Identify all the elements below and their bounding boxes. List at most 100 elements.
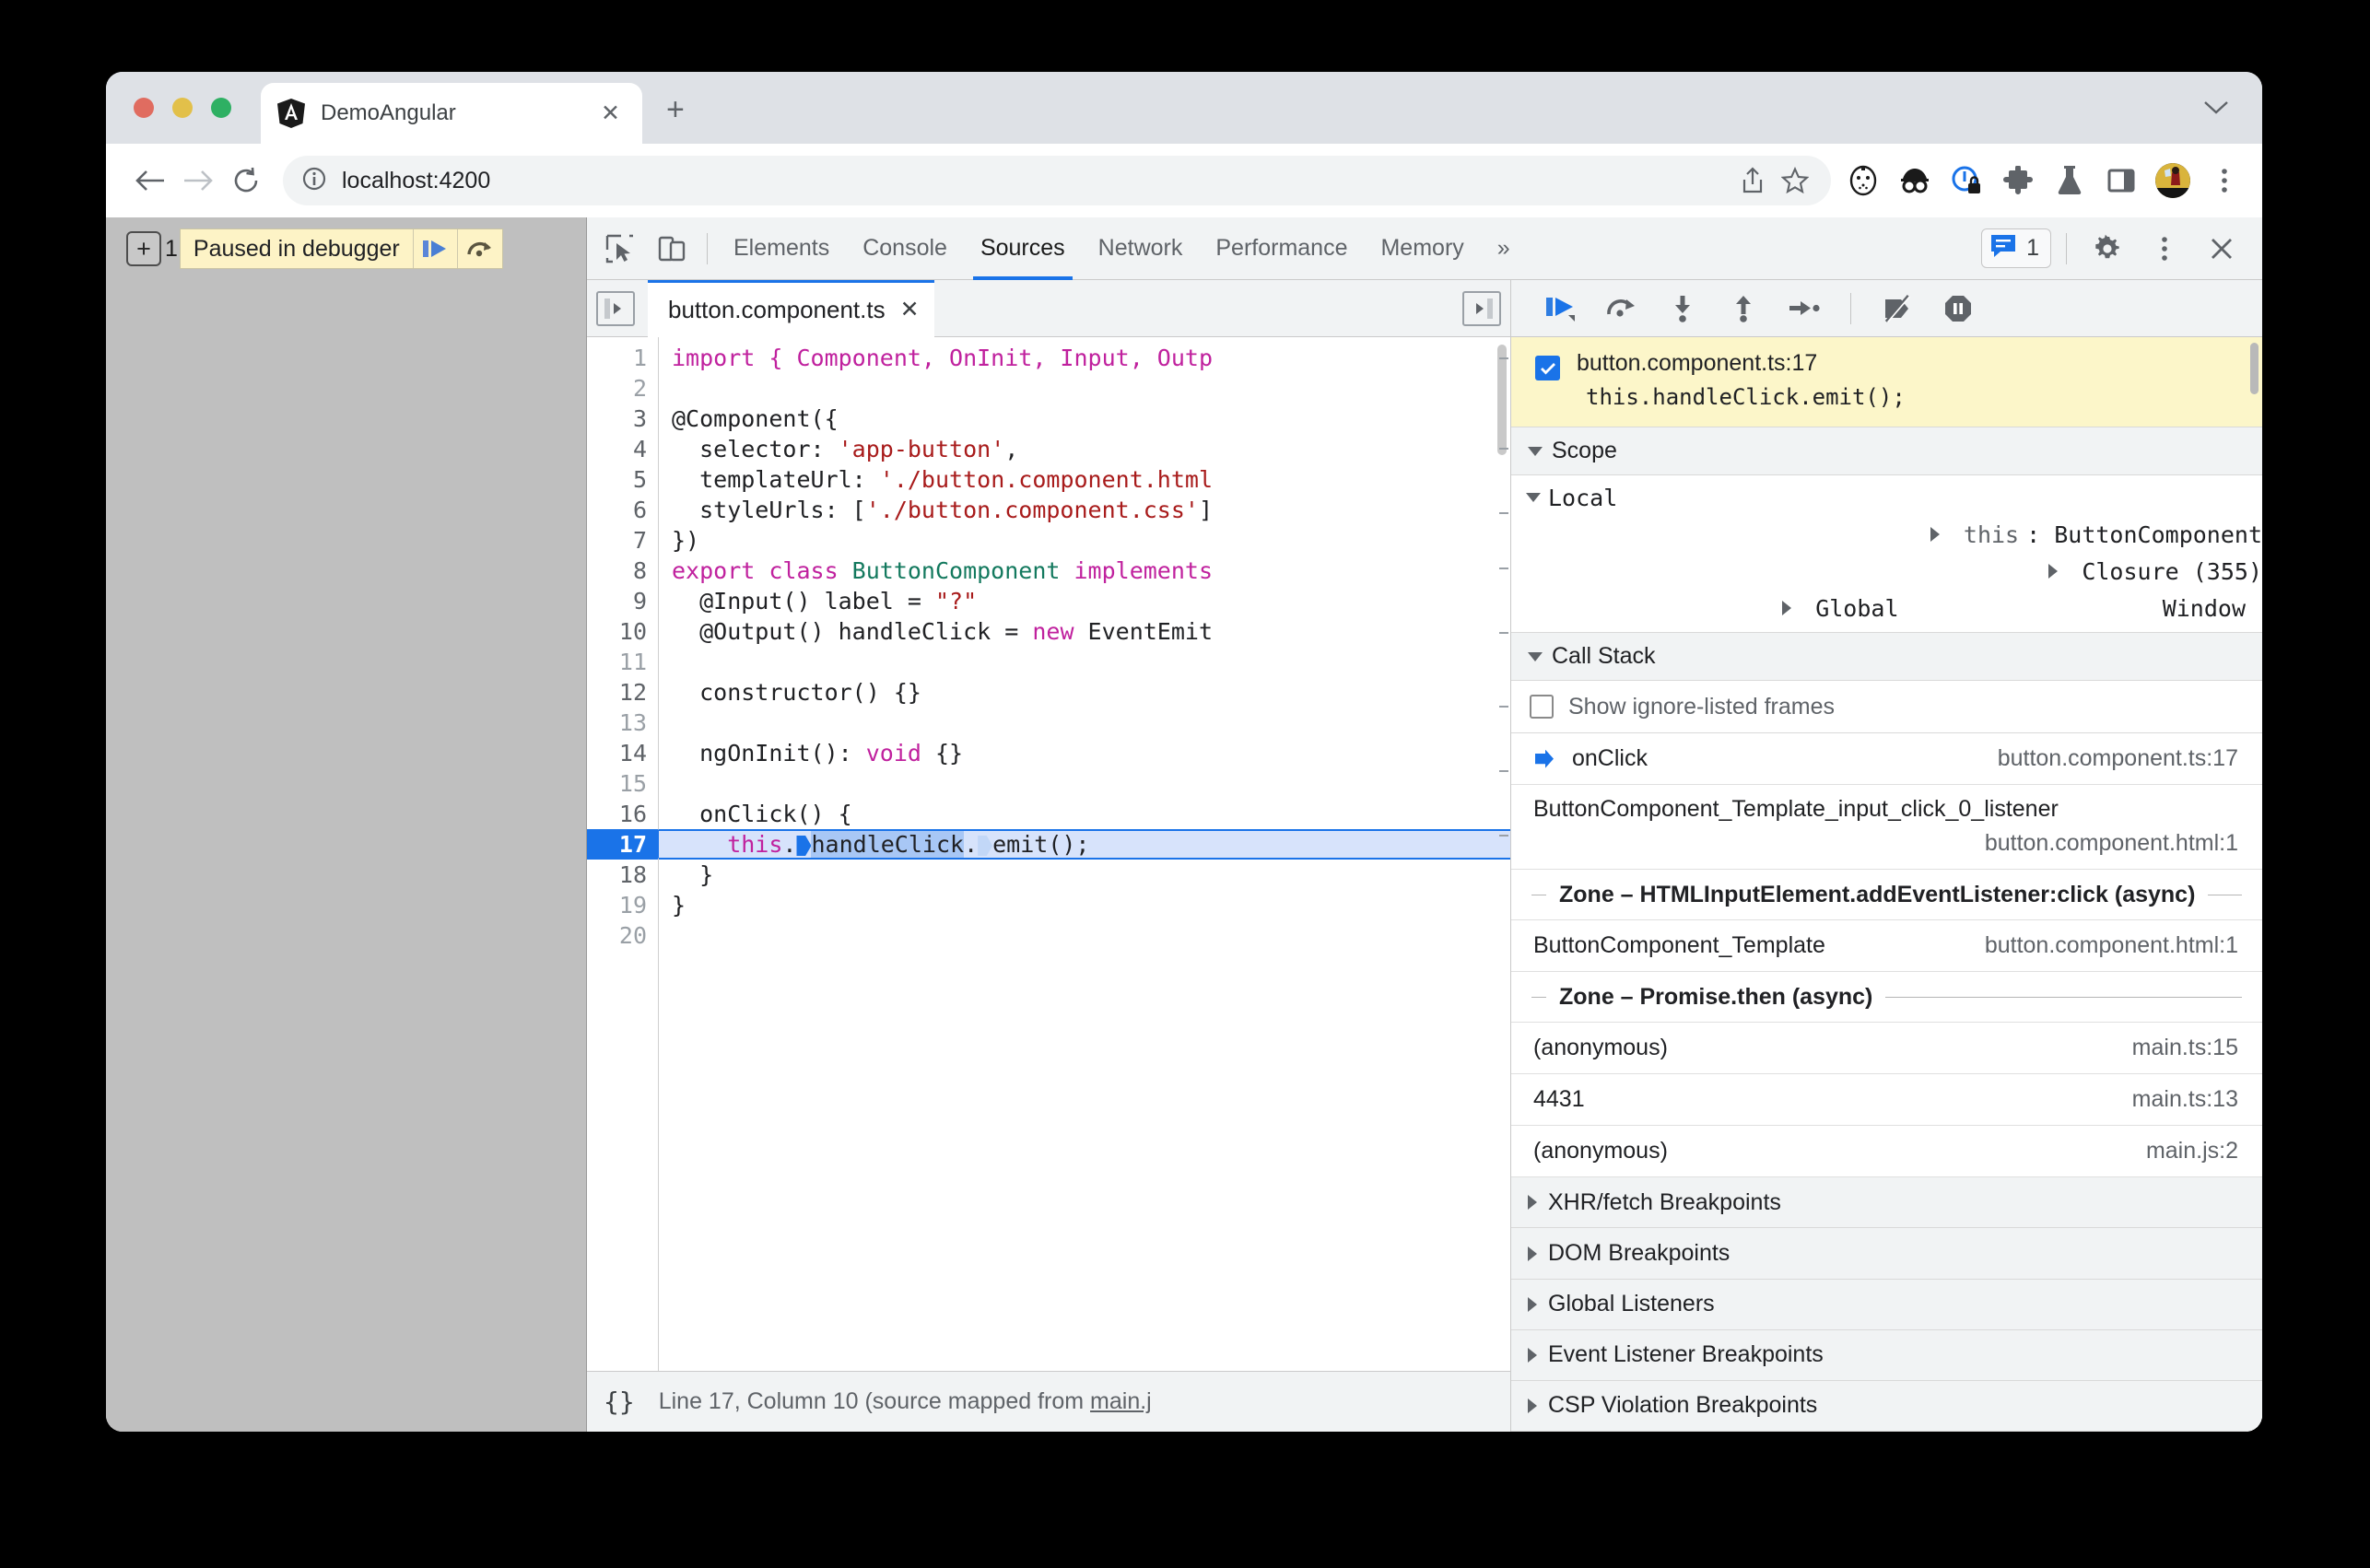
- line-number[interactable]: 18: [587, 860, 658, 890]
- minimize-window-button[interactable]: [172, 98, 193, 118]
- close-icon[interactable]: [2196, 223, 2247, 275]
- line-number[interactable]: 3: [587, 404, 658, 434]
- site-info-icon[interactable]: [301, 166, 327, 196]
- chrome-menu-icon[interactable]: [2207, 163, 2242, 198]
- line-number[interactable]: 20: [587, 920, 658, 951]
- more-tabs-icon[interactable]: »: [1481, 217, 1527, 280]
- bookmark-star-icon[interactable]: [1778, 163, 1813, 198]
- more-options-icon[interactable]: [2139, 223, 2190, 275]
- chevron-down-icon[interactable]: [2203, 99, 2229, 121]
- tab-memory[interactable]: Memory: [1364, 217, 1480, 280]
- step-button[interactable]: [1778, 286, 1830, 332]
- line-number[interactable]: 5: [587, 464, 658, 495]
- console-message-badge[interactable]: 1: [1981, 228, 2051, 268]
- section-global-listeners[interactable]: Global Listeners: [1511, 1279, 2262, 1330]
- breakpoint-location[interactable]: button.component.ts:17: [1577, 350, 1906, 377]
- tab-close-icon[interactable]: ✕: [595, 99, 626, 129]
- scope-row-closure[interactable]: Closure (355): [1511, 553, 2262, 590]
- line-number[interactable]: 11: [587, 647, 658, 677]
- file-tab-button-component[interactable]: button.component.ts ✕: [648, 279, 934, 337]
- extensions-puzzle-icon[interactable]: [2000, 163, 2036, 198]
- line-number[interactable]: 19: [587, 890, 658, 920]
- incognito-glasses-icon[interactable]: [1897, 163, 1932, 198]
- breakpoint-list-item[interactable]: button.component.ts:17 this.handleClick.…: [1511, 337, 2262, 427]
- reload-button[interactable]: [222, 157, 270, 205]
- step-out-button[interactable]: [1718, 286, 1769, 332]
- call-stack-frame[interactable]: ButtonComponent_Template button.componen…: [1511, 920, 2262, 973]
- line-number[interactable]: 6: [587, 495, 658, 525]
- browser-tab-demoangular[interactable]: DemoAngular ✕: [261, 83, 642, 144]
- show-debugger-icon[interactable]: [1462, 290, 1501, 326]
- lab-flask-icon[interactable]: [2052, 163, 2087, 198]
- call-stack-frame-current[interactable]: onClick button.component.ts:17: [1511, 733, 2262, 786]
- scope-section-header[interactable]: Scope: [1511, 427, 2262, 475]
- scope-row-global[interactable]: Global Window: [1511, 590, 2262, 626]
- pretty-print-icon[interactable]: {}: [604, 1387, 635, 1417]
- close-window-button[interactable]: [134, 98, 154, 118]
- new-tab-button[interactable]: +: [666, 94, 685, 125]
- scope-row-local[interactable]: Local: [1511, 479, 2262, 516]
- line-number-gutter[interactable]: 1 2 3 4 5 6 7 8 9 10 11 12 13 14 15 16 1…: [587, 337, 673, 1371]
- resume-button[interactable]: [1535, 286, 1587, 332]
- call-stack-frame[interactable]: 4431 main.ts:13: [1511, 1074, 2262, 1127]
- section-csp-violation-breakpoints[interactable]: CSP Violation Breakpoints: [1511, 1380, 2262, 1432]
- gear-icon[interactable]: [2082, 223, 2133, 275]
- ignore-listed-checkbox[interactable]: [1530, 695, 1554, 720]
- pause-on-exceptions-button[interactable]: [1932, 286, 1984, 332]
- line-number[interactable]: 1: [587, 343, 658, 373]
- side-panel-icon[interactable]: [2104, 163, 2139, 198]
- line-number[interactable]: 14: [587, 738, 658, 768]
- tab-console[interactable]: Console: [846, 217, 964, 280]
- show-ignore-listed-frames-row[interactable]: Show ignore-listed frames: [1511, 681, 2262, 734]
- scope-row-this[interactable]: this: ButtonComponent: [1511, 516, 2262, 553]
- line-number[interactable]: 16: [587, 799, 658, 829]
- line-number[interactable]: 15: [587, 768, 658, 799]
- line-number[interactable]: 9: [587, 586, 658, 616]
- code-editor[interactable]: 1 2 3 4 5 6 7 8 9 10 11 12 13 14 15 16 1…: [587, 337, 1510, 1371]
- section-event-listener-breakpoints[interactable]: Event Listener Breakpoints: [1511, 1329, 2262, 1381]
- section-xhr-fetch-breakpoints[interactable]: XHR/fetch Breakpoints: [1511, 1177, 2262, 1229]
- line-number[interactable]: 8: [587, 556, 658, 586]
- add-button[interactable]: +: [126, 231, 161, 266]
- inspect-element-icon[interactable]: [594, 223, 646, 275]
- call-stack-section-header[interactable]: Call Stack: [1511, 633, 2262, 681]
- forward-button[interactable]: [174, 157, 222, 205]
- show-navigator-icon[interactable]: [596, 290, 635, 326]
- line-number-current[interactable]: 17: [587, 829, 673, 860]
- step-over-button[interactable]: [1596, 286, 1648, 332]
- angular-logo-icon: [277, 99, 305, 128]
- profile-avatar[interactable]: [2155, 163, 2190, 198]
- tab-performance[interactable]: Performance: [1199, 217, 1364, 280]
- call-stack-frame[interactable]: (anonymous) main.js:2: [1511, 1126, 2262, 1178]
- file-tab-close-icon[interactable]: ✕: [900, 296, 920, 323]
- back-button[interactable]: [126, 157, 174, 205]
- line-number[interactable]: 13: [587, 708, 658, 738]
- overlay-resume-icon[interactable]: [414, 229, 458, 268]
- deactivate-breakpoints-button[interactable]: [1871, 286, 1923, 332]
- overlay-step-over-icon[interactable]: [458, 229, 502, 268]
- step-into-button[interactable]: [1657, 286, 1708, 332]
- line-number[interactable]: 4: [587, 434, 658, 464]
- source-map-link[interactable]: main.j: [1090, 1388, 1152, 1414]
- call-stack-frame[interactable]: (anonymous) main.ts:15: [1511, 1023, 2262, 1075]
- share-icon[interactable]: [1735, 163, 1770, 198]
- tab-elements[interactable]: Elements: [717, 217, 846, 280]
- code-text-area[interactable]: import { Component, OnInit, Input, Outp …: [659, 337, 1510, 1371]
- breakpoint-text: button.component.ts:17 this.handleClick.…: [1577, 350, 1906, 410]
- call-stack-frame[interactable]: ButtonComponent_Template_input_click_0_l…: [1511, 785, 2262, 871]
- address-bar[interactable]: localhost:4200: [283, 156, 1831, 205]
- tab-sources[interactable]: Sources: [964, 217, 1082, 280]
- breakpoint-checkbox[interactable]: [1535, 356, 1560, 380]
- maximize-window-button[interactable]: [211, 98, 231, 118]
- breakpoint-scrollbar[interactable]: [2250, 343, 2259, 394]
- tab-network[interactable]: Network: [1082, 217, 1200, 280]
- section-dom-breakpoints[interactable]: DOM Breakpoints: [1511, 1228, 2262, 1280]
- mask-icon[interactable]: [1846, 163, 1881, 198]
- privacy-lock-icon[interactable]: [1949, 163, 1984, 198]
- line-number[interactable]: 2: [587, 373, 658, 404]
- line-number[interactable]: 12: [587, 677, 658, 708]
- device-toolbar-icon[interactable]: [646, 223, 698, 275]
- code-token: @Output() handleClick =: [672, 618, 1033, 645]
- line-number[interactable]: 10: [587, 616, 658, 647]
- line-number[interactable]: 7: [587, 525, 658, 556]
